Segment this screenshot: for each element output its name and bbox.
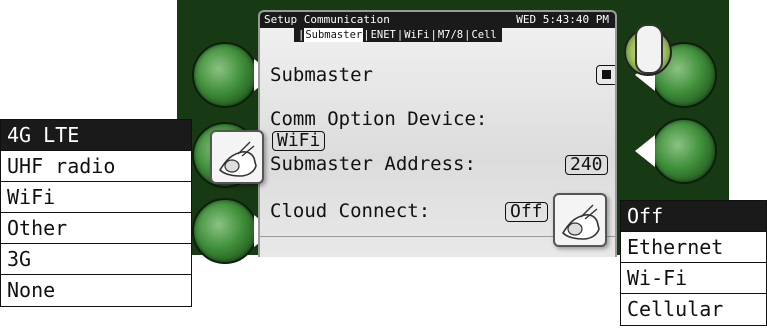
list-item[interactable]: Other <box>1 213 191 244</box>
right-button-2[interactable] <box>635 118 717 184</box>
tab-m78[interactable]: M7/8 <box>437 28 464 42</box>
datetime: WED 5:43:40 PM <box>516 13 609 26</box>
list-item[interactable]: 3G <box>1 244 191 275</box>
tab-cell[interactable]: Cell <box>470 28 497 42</box>
scroll-knob-icon[interactable] <box>624 24 672 76</box>
screen-title: Setup Communication <box>264 13 390 26</box>
left-button-3[interactable] <box>192 198 274 264</box>
comm-device-options-list: 4G LTE UHF radio WiFi Other 3G None <box>0 119 192 307</box>
cloud-connect-options-list: Off Ethernet Wi-Fi Cellular <box>620 200 767 326</box>
comm-option-value[interactable]: WiFi <box>272 131 326 151</box>
comm-option-label: Comm Option Device: <box>270 108 488 130</box>
list-item[interactable]: None <box>1 275 191 306</box>
list-item[interactable]: 4G LTE <box>1 120 191 151</box>
list-item[interactable]: UHF radio <box>1 151 191 182</box>
list-item[interactable]: Off <box>621 201 766 232</box>
list-item[interactable]: WiFi <box>1 182 191 213</box>
submaster-checkbox[interactable] <box>596 65 615 85</box>
tab-enet[interactable]: ENET <box>370 28 397 42</box>
pointing-hand-icon <box>553 193 607 247</box>
pointing-hand-icon <box>210 130 264 184</box>
submaster-address-value[interactable]: 240 <box>565 155 608 175</box>
left-button-1[interactable] <box>192 42 274 108</box>
tab-wifi[interactable]: WiFi <box>403 28 430 42</box>
submaster-label: Submaster <box>270 64 373 86</box>
list-item[interactable]: Cellular <box>621 294 766 325</box>
title-bar: Setup Communication WED 5:43:40 PM <box>260 12 615 28</box>
list-item[interactable]: Wi-Fi <box>621 263 766 294</box>
submaster-address-label: Submaster Address: <box>270 153 476 175</box>
cloud-connect-value[interactable]: Off <box>505 202 548 222</box>
tab-submaster[interactable]: Submaster <box>304 28 364 42</box>
cloud-connect-label: Cloud Connect: <box>270 200 431 222</box>
list-item[interactable]: Ethernet <box>621 232 766 263</box>
tab-bar: | Submaster | ENET | WiFi | M7/8 | Cell <box>294 28 502 42</box>
